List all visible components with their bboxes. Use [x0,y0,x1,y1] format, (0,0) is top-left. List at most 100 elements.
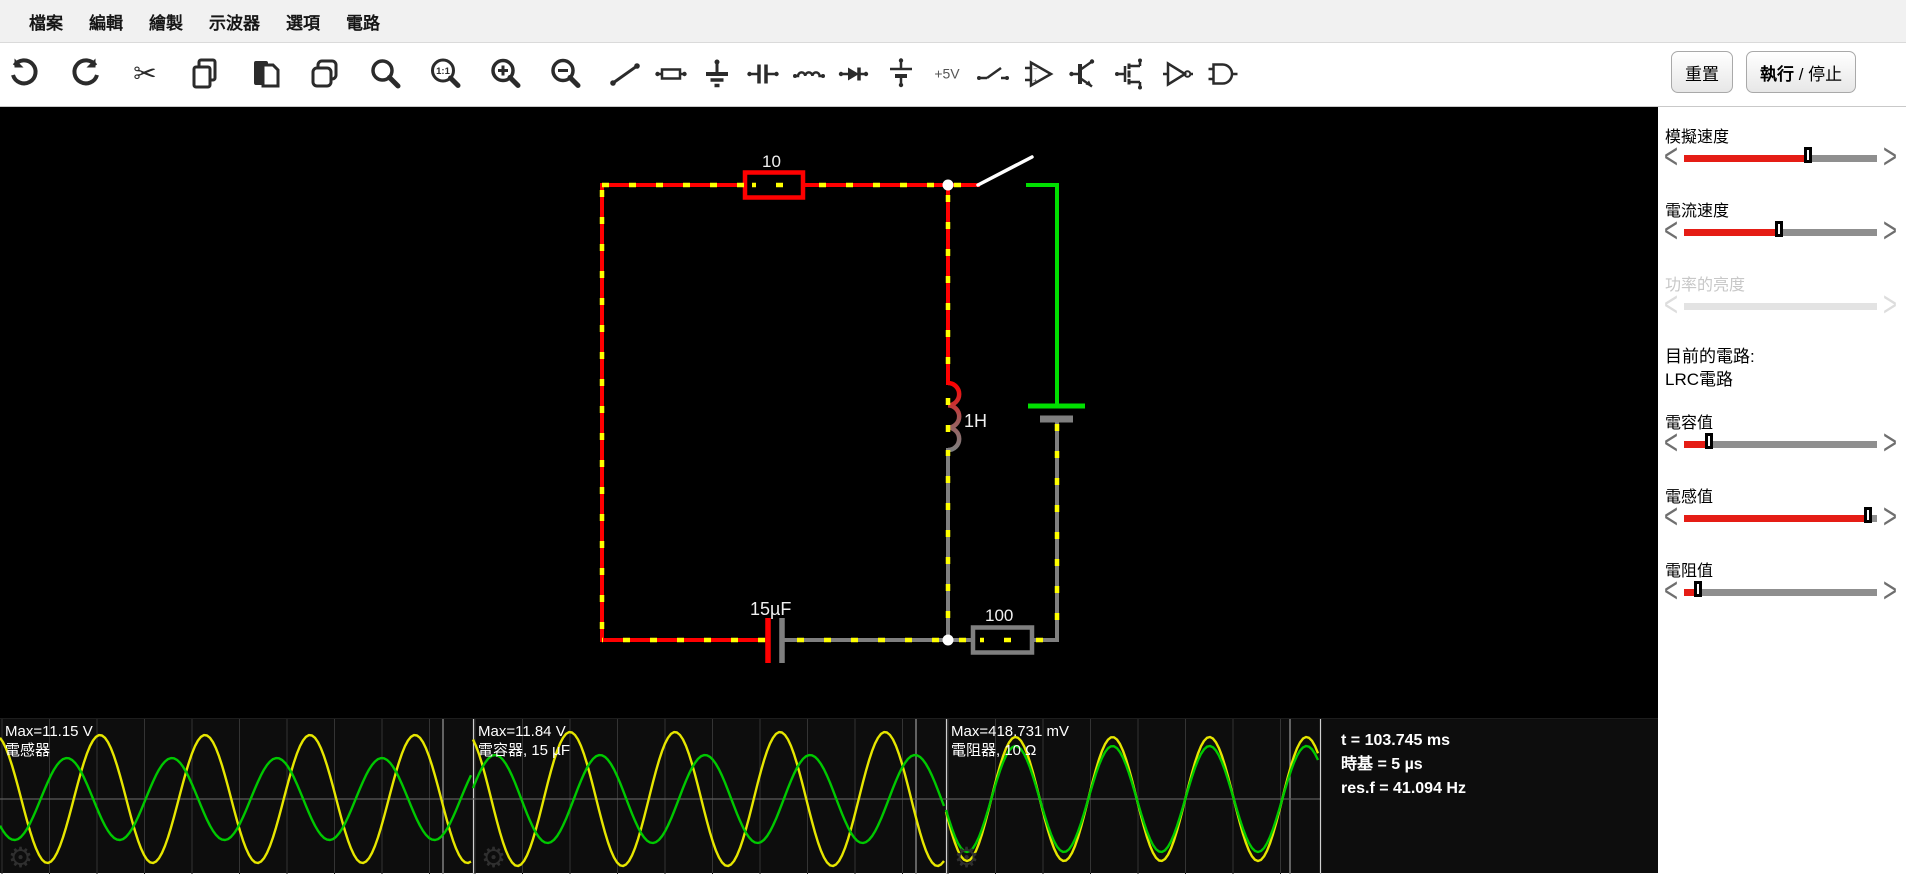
op-amp-icon[interactable]: − + [1022,57,1056,91]
resistance-slider-label: 電阻值 [1665,563,1714,580]
component-value-label: 100 [985,606,1013,625]
current-speed-slider: 電流速度 < > [1663,197,1900,249]
power-brightness-slider-track [1684,302,1877,310]
zoom-icon[interactable] [368,57,402,91]
scope-max-value: Max=11.15 V [5,723,93,740]
menu-scope[interactable]: 示波器 [196,9,273,34]
redo-icon[interactable] [68,57,102,91]
sim-speed-slider-decrease-button[interactable]: < [1663,140,1679,175]
svg-text:−: − [1033,65,1038,74]
transistor-icon[interactable] [1068,57,1102,91]
sim-speed-slider-increase-button[interactable]: > [1882,140,1898,175]
wire-icon[interactable] [608,57,642,91]
zoom-in-icon[interactable] [488,57,522,91]
cut-icon[interactable]: ✂ [128,57,162,91]
reset-button[interactable]: 重置 [1671,51,1733,93]
voltage-source-icon[interactable] [884,57,918,91]
circuit-canvas[interactable]: 10 100 15µF 1H ⚙ ⚙ ⚙ Max=11.15 V 電感器 Max=11.8… [0,107,1658,874]
component-value-label: 15µF [750,599,791,619]
inductance-slider-decrease-button[interactable]: < [1663,500,1679,535]
inductance-slider-increase-button[interactable]: > [1882,500,1898,535]
svg-text:+5V: +5V [934,66,960,82]
scope-component-name: 電容器, 15 µF [478,742,570,759]
toolbar-buttons: 重置 執行 / 停止 [1671,51,1857,93]
current-speed-slider-label: 電流速度 [1665,203,1730,220]
copy-icon[interactable] [188,57,222,91]
current-circuit-block: 目前的電路: LRC電路 [1665,345,1900,391]
component-value-label: 10 [762,152,781,171]
run-stop-button[interactable]: 執行 / 停止 [1746,51,1857,93]
capacitance-slider-label: 電容值 [1665,415,1714,432]
sim-timebase: 時基 = 5 µs [1341,756,1423,773]
toolbar: ✂ 1:1 +5V − + 重置 執行 / 停止 [0,43,1906,107]
menu-circuits[interactable]: 電路 [333,9,393,34]
power-brightness-slider-decrease-button: < [1663,285,1678,325]
capacitance-slider-thumb[interactable] [1705,432,1714,449]
scope-gear-icon[interactable]: ⚙ [954,842,979,873]
zoom-out-icon[interactable] [548,57,582,91]
sim-speed-slider: 模擬速度 < > [1663,123,1900,175]
ground-icon[interactable] [700,57,734,91]
inductance-slider-track[interactable] [1684,506,1877,523]
run-label-rest: / 停止 [1794,64,1843,84]
menu-options[interactable]: 選項 [273,9,333,34]
svg-text:1:1: 1:1 [436,66,450,77]
resistance-slider-decrease-button[interactable]: < [1663,574,1679,609]
current-circuit-label: 目前的電路: [1665,347,1755,366]
sim-speed-slider-fill [1684,154,1812,162]
zoom-100-icon[interactable]: 1:1 [428,57,462,91]
scope-max-value: Max=11.84 V [478,723,566,740]
undo-icon[interactable] [8,57,42,91]
svg-text:✂: ✂ [133,58,156,89]
capacitance-slider-decrease-button[interactable]: < [1663,426,1679,461]
current-speed-slider-increase-button[interactable]: > [1882,214,1898,249]
inductance-slider-thumb[interactable] [1863,506,1872,523]
paste-icon[interactable] [248,57,282,91]
duplicate-icon[interactable] [308,57,342,91]
sim-speed-slider-label: 模擬速度 [1665,129,1730,146]
mosfet-icon[interactable] [1114,57,1148,91]
sim-speed-slider-track[interactable] [1684,146,1877,163]
inverter-icon[interactable] [1160,57,1194,91]
simulation-info: t = 103.745 ms 時基 = 5 µs res.f = 41.094 … [1341,729,1466,801]
scope-component-name: 電感器 [5,742,51,759]
run-label-strong: 執行 [1760,64,1794,84]
scope-gear-icon[interactable]: ⚙ [481,842,506,873]
capacitance-slider: 電容值 < > [1663,409,1900,461]
resistance-slider-increase-button[interactable]: > [1882,574,1898,609]
power-brightness-slider: 功率的亮度 < > [1663,271,1900,325]
capacitance-slider-track[interactable] [1684,432,1877,449]
current-speed-slider-decrease-button[interactable]: < [1663,214,1679,249]
capacitor-icon[interactable] [746,57,780,91]
circuit-svg[interactable]: 10 100 15µF 1H [0,107,1658,718]
sim-time: t = 103.745 ms [1341,732,1450,749]
and-gate-icon[interactable] [1206,57,1240,91]
menu-bar: 檔案 編輯 繪製 示波器 選項 電路 [0,0,1906,43]
capacitance-slider-increase-button[interactable]: > [1882,426,1898,461]
resistance-slider-thumb[interactable] [1693,580,1702,597]
menu-edit[interactable]: 編輯 [76,9,136,34]
scope-label-capacitor: Max=11.84 V 電容器, 15 µF [478,722,570,760]
menu-draw[interactable]: 繪製 [136,9,196,34]
plus-5v-icon[interactable]: +5V [930,57,964,91]
diode-icon[interactable] [838,57,872,91]
inductance-slider-fill [1684,514,1872,522]
oscilloscope-strip[interactable]: ⚙ ⚙ ⚙ Max=11.15 V 電感器 Max=11.84 V 電容器, 15 … [0,718,1658,874]
scope-label-resistor: Max=418.731 mV 電阻器, 10 Ω [951,722,1069,760]
resistance-slider-track[interactable] [1684,580,1877,597]
switch-icon[interactable] [976,57,1010,91]
component-value-label: 1H [964,411,987,431]
inductor-icon[interactable] [792,57,826,91]
side-panel: 模擬速度 < > 電流速度 < > 功率的亮度 < > 目前的電路: LRC電路 電容值 < > 電感… [1658,107,1906,873]
menu-file[interactable]: 檔案 [16,9,76,34]
sim-resonant-freq: res.f = 41.094 Hz [1341,780,1466,797]
current-speed-slider-track[interactable] [1684,220,1877,237]
resistor-icon[interactable] [654,57,688,91]
current-circuit-name: LRC電路 [1665,370,1734,389]
current-speed-slider-thumb[interactable] [1774,220,1783,237]
power-brightness-slider-label: 功率的亮度 [1665,277,1746,294]
scope-gear-icon[interactable]: ⚙ [8,842,33,873]
scope-max-value: Max=418.731 mV [951,723,1069,740]
scope-label-inductor: Max=11.15 V 電感器 [5,722,93,760]
sim-speed-slider-thumb[interactable] [1803,146,1812,163]
